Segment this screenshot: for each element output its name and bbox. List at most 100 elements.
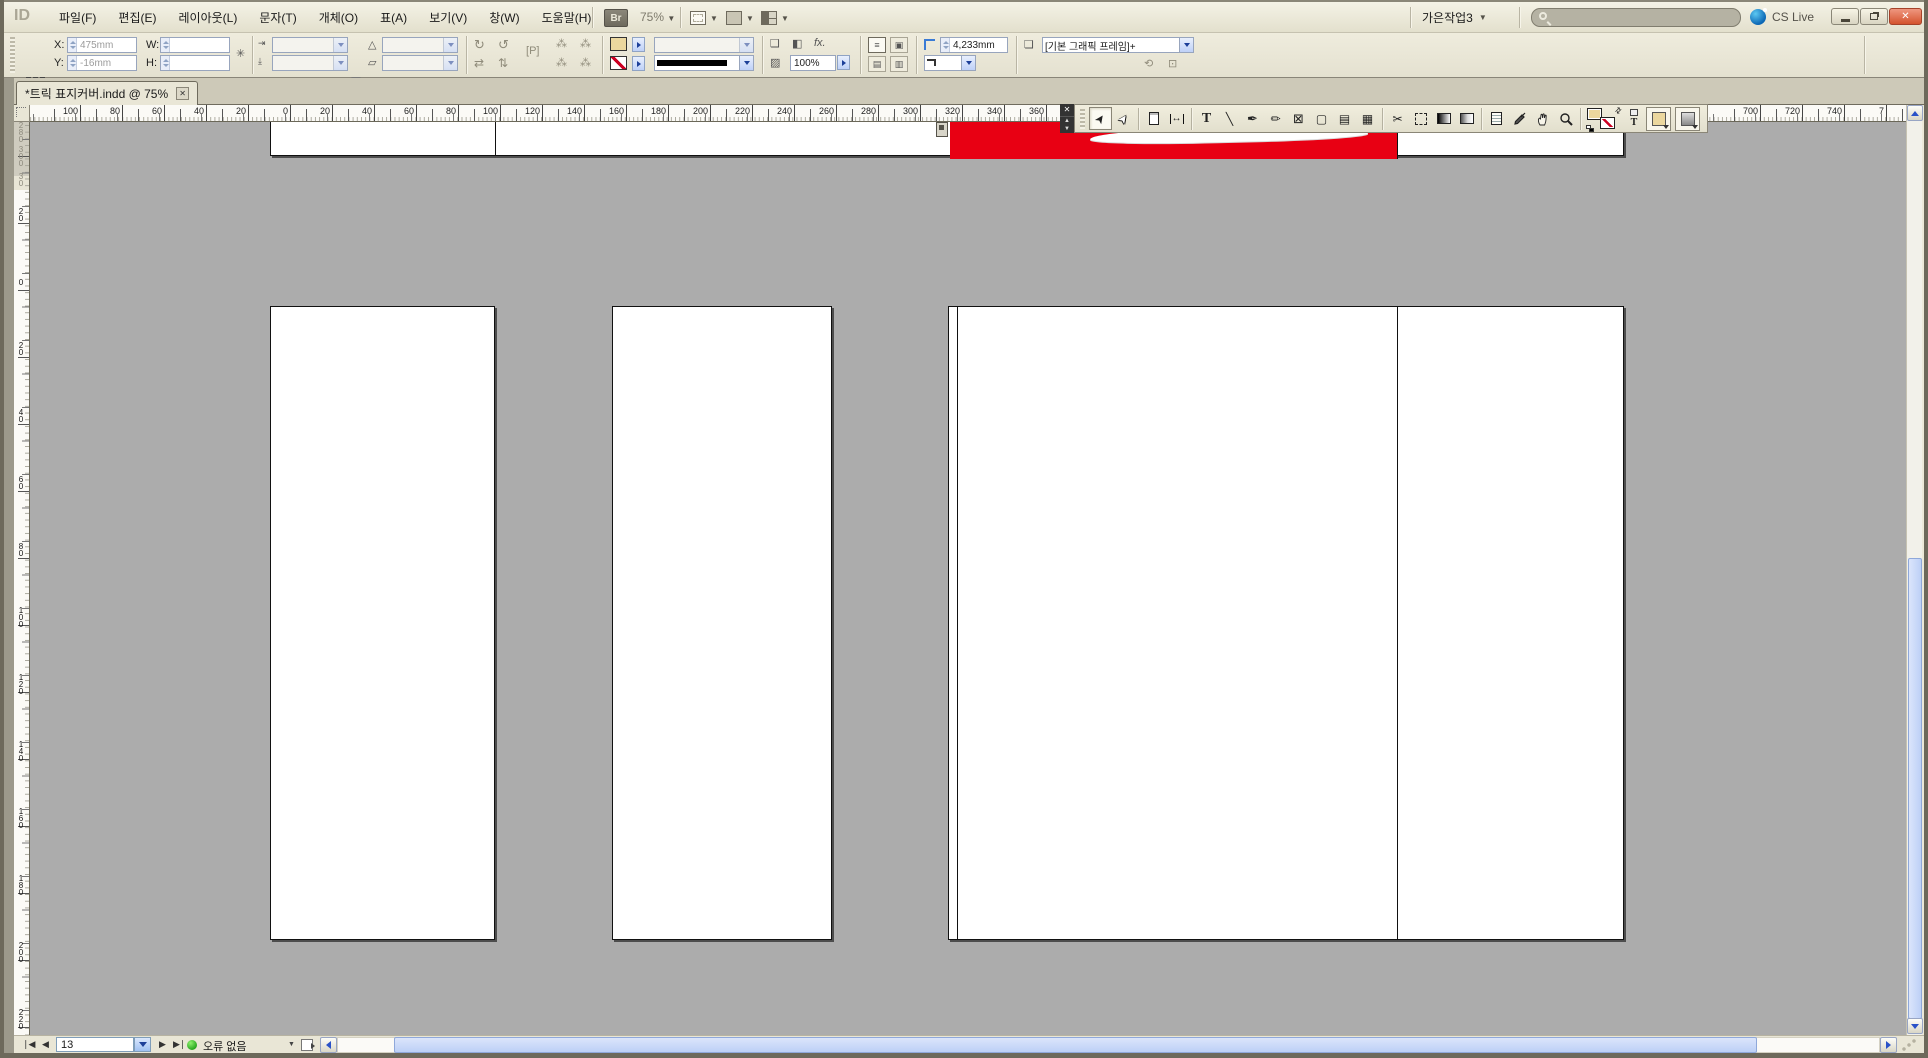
menu-item-4[interactable]: 개체(O) (308, 2, 369, 33)
wrap-none-button[interactable]: ≡ (868, 37, 886, 53)
scroll-down-button[interactable] (1907, 1018, 1923, 1034)
restore-button[interactable] (1860, 8, 1888, 25)
fill-color-swatch[interactable] (610, 37, 627, 51)
select-last-object-icon[interactable]: ⁂ (580, 56, 591, 69)
wrap-object-shape-button[interactable]: ▤ (868, 56, 886, 72)
zoom-tool[interactable] (1554, 107, 1577, 130)
stroke-weight-dropdown[interactable] (654, 37, 754, 53)
resize-grip[interactable] (1900, 1039, 1920, 1052)
chevron-down-icon[interactable] (333, 56, 347, 70)
scissors-tool[interactable]: ✂ (1386, 107, 1409, 130)
rectangle-tool[interactable]: ▢ (1310, 107, 1333, 130)
spinner-icon[interactable] (161, 56, 170, 70)
wrap-jump-button[interactable]: ▥ (890, 56, 908, 72)
gradient-tool[interactable] (1432, 107, 1455, 130)
rotation-angle-dropdown[interactable] (382, 37, 458, 53)
document-tab[interactable]: *트릭 표지커버.indd @ 75% ✕ (16, 81, 198, 105)
corner-radius-field[interactable]: 4,233mm (940, 37, 1008, 53)
chevron-down-icon[interactable] (739, 38, 753, 52)
vertical-scrollbar-thumb[interactable] (1908, 558, 1922, 1019)
workspace-switcher[interactable]: 가은작업3▼ (1422, 2, 1487, 33)
toolbar-collapse-icon[interactable]: ▲▼ (1060, 117, 1074, 133)
spinner-icon[interactable] (161, 38, 170, 52)
new-style-icon[interactable]: ⊡ (1168, 57, 1177, 70)
fill-apply-button[interactable] (632, 37, 645, 52)
line-tool[interactable]: ╲ (1218, 107, 1241, 130)
menu-item-1[interactable]: 편집(E) (107, 2, 167, 33)
formatting-affects-text-toggle[interactable]: T (1624, 107, 1644, 131)
menu-item-3[interactable]: 문자(T) (248, 2, 307, 33)
close-button[interactable]: ✕ (1889, 8, 1922, 25)
ruler-origin-box[interactable] (14, 105, 30, 122)
menu-item-2[interactable]: 레이아웃(L) (167, 2, 248, 33)
view-options-dropdown[interactable]: ▼ (690, 8, 718, 28)
transparency-icon[interactable]: ▨ (770, 56, 780, 69)
selection-tool[interactable]: ➤ (1089, 107, 1112, 130)
screen-mode-button[interactable] (1675, 107, 1700, 131)
swap-fill-stroke-icon[interactable]: ⇄ (1613, 104, 1624, 115)
constrain-dimensions-icon[interactable]: ✳ (236, 47, 245, 60)
flip-horizontal-icon[interactable]: ⇄ (474, 56, 484, 70)
default-fill-stroke-icon[interactable] (1586, 125, 1594, 132)
chevron-down-icon[interactable] (333, 38, 347, 52)
page-number-dropdown[interactable] (134, 1037, 151, 1052)
vertical-grid-tool[interactable]: ▦ (1356, 107, 1379, 130)
rotate-ccw-icon[interactable]: ↺ (498, 37, 509, 53)
formatting-affects-container-icon[interactable] (1630, 109, 1638, 116)
toolbar-close-icon[interactable]: ✕ (1060, 104, 1074, 117)
stroke-color-swatch[interactable] (610, 56, 627, 70)
last-page-button[interactable]: ▶❘ (173, 1039, 185, 1050)
hand-tool[interactable] (1531, 107, 1554, 130)
h-field[interactable] (160, 55, 230, 71)
scale-y-dropdown[interactable] (272, 55, 348, 71)
w-field[interactable] (160, 37, 230, 53)
page-tool[interactable] (1142, 107, 1165, 130)
menu-item-5[interactable]: 표(A) (369, 2, 418, 33)
zoom-level-dropdown[interactable]: 75% ▼ (640, 10, 675, 24)
page-number-field[interactable]: 13 (56, 1037, 134, 1052)
stroke-swatch-icon[interactable] (1600, 117, 1615, 129)
scroll-up-button[interactable] (1907, 105, 1923, 121)
vertical-ruler[interactable]: 2 8 03 0 03 02 002 04 06 08 01 0 01 2 01… (14, 122, 30, 1035)
minimize-button[interactable] (1831, 8, 1859, 25)
fill-stroke-proxy[interactable]: ⇄ (1586, 106, 1622, 132)
wrap-bounding-box-button[interactable]: ▣ (890, 37, 908, 53)
scroll-left-button[interactable] (320, 1037, 337, 1053)
panel-grip[interactable] (10, 37, 15, 73)
scroll-right-button[interactable] (1880, 1037, 1897, 1053)
drop-shadow-icon[interactable]: ◧ (792, 37, 802, 50)
vertical-scrollbar[interactable] (1906, 105, 1922, 1035)
toolbar-grip[interactable] (1080, 109, 1085, 129)
opacity-apply-button[interactable] (837, 55, 850, 70)
bridge-button[interactable]: Br (604, 9, 628, 27)
opacity-field[interactable]: 100% (790, 55, 836, 71)
flip-vertical-icon[interactable]: ⇅ (498, 56, 508, 70)
type-tool[interactable]: T (1195, 107, 1218, 130)
chevron-down-icon[interactable] (443, 56, 457, 70)
apply-color-button[interactable] (1646, 107, 1671, 131)
tab-close-icon[interactable]: ✕ (176, 87, 189, 100)
section-marker-icon[interactable] (936, 122, 948, 137)
effects-menu-icon[interactable]: fx. (814, 37, 826, 49)
next-page-button[interactable]: ▶ (159, 1039, 165, 1050)
page-left[interactable] (270, 306, 495, 940)
eyedropper-tool[interactable] (1508, 107, 1531, 130)
arrange-documents-dropdown[interactable]: ▼ (761, 8, 789, 28)
spinner-icon[interactable] (68, 38, 77, 52)
clear-overrides-icon[interactable]: ⟲ (1144, 57, 1153, 70)
preflight-panel-icon[interactable] (301, 1039, 313, 1051)
menu-item-7[interactable]: 창(W) (478, 2, 530, 33)
corner-shape-dropdown[interactable] (924, 55, 976, 71)
chevron-down-icon[interactable] (961, 56, 975, 70)
stroke-apply-button[interactable] (632, 56, 645, 71)
first-page-button[interactable]: ❘◀ (22, 1039, 34, 1050)
gap-tool[interactable]: ↔ (1165, 107, 1188, 130)
menu-item-0[interactable]: 파일(F) (48, 2, 107, 33)
pasteboard[interactable] (30, 122, 1906, 1035)
preflight-menu-caret-icon[interactable]: ▼ (288, 1041, 295, 1048)
corner-object-icon[interactable]: ❑ (770, 37, 780, 50)
chevron-down-icon[interactable] (443, 38, 457, 52)
scale-x-dropdown[interactable] (272, 37, 348, 53)
page-right-spread[interactable] (948, 306, 1624, 940)
menu-item-6[interactable]: 보기(V) (418, 2, 478, 33)
